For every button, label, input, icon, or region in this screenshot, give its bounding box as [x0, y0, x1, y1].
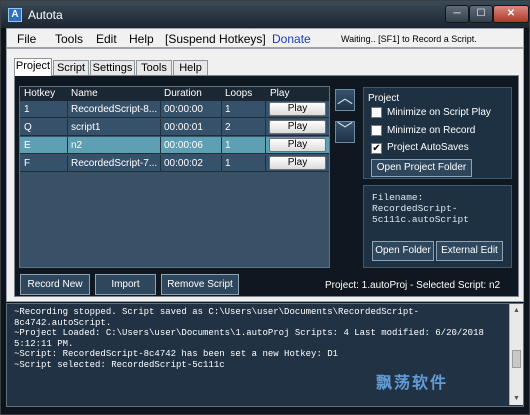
- tab-help[interactable]: Help: [173, 60, 208, 76]
- tab-tools[interactable]: Tools: [136, 60, 172, 76]
- play-button[interactable]: Play: [269, 102, 326, 116]
- move-up-button[interactable]: ︿: [335, 89, 355, 111]
- cell-loops: 1: [225, 158, 231, 169]
- cell-duration: 00:00:00: [164, 104, 203, 115]
- log-line: ~Recording stopped. Script saved as C:\U…: [14, 307, 420, 328]
- minimize-on-play-label[interactable]: Minimize on Script Play: [387, 107, 491, 118]
- move-down-button[interactable]: ﹀: [335, 121, 355, 143]
- table-row[interactable]: Q script1 00:00:01 2 Play: [20, 119, 329, 136]
- column-divider: [160, 101, 161, 118]
- header-duration[interactable]: Duration: [164, 88, 202, 99]
- cell-duration: 00:00:02: [164, 158, 203, 169]
- menu-tools[interactable]: Tools: [55, 32, 83, 46]
- log-line: ~Script: RecordedScript-8c4742 has been …: [14, 349, 339, 359]
- column-divider: [221, 137, 222, 154]
- scroll-thumb[interactable]: [512, 350, 521, 368]
- minimize-on-record-checkbox[interactable]: [371, 125, 382, 136]
- menu-bar: File Tools Edit Help [Suspend Hotkeys] D…: [6, 28, 524, 48]
- cell-name: n2: [71, 140, 83, 151]
- open-project-folder-button[interactable]: Open Project Folder: [371, 159, 472, 177]
- cell-name: RecordedScript-7...: [71, 158, 157, 169]
- column-divider: [67, 155, 68, 172]
- column-divider: [221, 119, 222, 136]
- table-row[interactable]: 1 RecordedScript-8... 00:00:00 1 Play: [20, 101, 329, 118]
- column-divider: [221, 155, 222, 172]
- menu-help[interactable]: Help: [129, 32, 154, 46]
- app-icon: A: [8, 8, 22, 22]
- play-button[interactable]: Play: [269, 156, 326, 170]
- column-divider: [67, 119, 68, 136]
- project-section-title: Project: [368, 93, 400, 104]
- window-title: Autota: [28, 8, 63, 22]
- header-play[interactable]: Play: [270, 88, 289, 99]
- column-divider: [265, 119, 266, 136]
- external-edit-button[interactable]: External Edit: [436, 241, 503, 261]
- cell-name: script1: [71, 122, 101, 133]
- menu-file[interactable]: File: [17, 32, 36, 46]
- column-divider: [67, 101, 68, 118]
- table-row-selected[interactable]: E n2 00:00:06 1 Play: [20, 137, 329, 154]
- log-text: ~Recording stopped. Script saved as C:\U…: [14, 307, 506, 370]
- play-button[interactable]: Play: [269, 138, 326, 152]
- column-divider: [160, 119, 161, 136]
- log-scrollbar[interactable]: ▲ ▼: [509, 304, 523, 405]
- cell-duration: 00:00:01: [164, 122, 203, 133]
- record-new-button[interactable]: Record New: [20, 274, 90, 295]
- column-divider: [265, 137, 266, 154]
- cell-name: RecordedScript-8...: [71, 104, 157, 115]
- cell-loops: 2: [225, 122, 231, 133]
- import-button[interactable]: Import: [95, 274, 156, 295]
- cell-hotkey: Q: [24, 122, 32, 133]
- tab-project[interactable]: Project: [14, 58, 52, 76]
- menu-donate[interactable]: Donate: [272, 32, 311, 46]
- minimize-on-play-checkbox[interactable]: [371, 107, 382, 118]
- scroll-up-icon[interactable]: ▲: [510, 304, 523, 317]
- tab-script[interactable]: Script: [53, 60, 89, 76]
- cell-hotkey: 1: [24, 104, 30, 115]
- script-grid: Hotkey Name Duration Loops Play 1 Record…: [19, 86, 330, 268]
- project-autosaves-label[interactable]: Project AutoSaves: [387, 142, 469, 153]
- column-divider: [67, 137, 68, 154]
- close-button[interactable]: ✕: [493, 5, 529, 23]
- header-loops[interactable]: Loops: [225, 88, 252, 99]
- grid-header: Hotkey Name Duration Loops Play: [20, 87, 329, 101]
- menu-edit[interactable]: Edit: [96, 32, 117, 46]
- open-folder-button[interactable]: Open Folder: [372, 241, 434, 261]
- column-divider: [265, 101, 266, 118]
- project-autosaves-checkbox[interactable]: ✔: [371, 143, 382, 154]
- cell-hotkey: F: [24, 158, 31, 169]
- log-line: ~Project Loaded: C:\Users\user\Documents…: [14, 328, 484, 349]
- play-button[interactable]: Play: [269, 120, 326, 134]
- maximize-button[interactable]: ☐: [469, 5, 493, 23]
- title-bar[interactable]: A Autota ─ ☐ ✕: [1, 1, 529, 29]
- column-divider: [160, 155, 161, 172]
- cell-hotkey: E: [24, 140, 31, 151]
- header-hotkey[interactable]: Hotkey: [24, 88, 55, 99]
- filename-label: Filename:: [372, 192, 424, 203]
- column-divider: [160, 137, 161, 154]
- minimize-button[interactable]: ─: [445, 5, 469, 23]
- filename-value: RecordedScript-5c111c.autoScript: [372, 203, 469, 225]
- menu-suspend-hotkeys[interactable]: [Suspend Hotkeys]: [165, 32, 266, 46]
- project-info-text: Project: 1.autoProj - Selected Script: n…: [325, 280, 501, 291]
- tab-settings[interactable]: Settings: [90, 60, 135, 76]
- scroll-down-icon[interactable]: ▼: [510, 392, 523, 405]
- remove-script-button[interactable]: Remove Script: [161, 274, 239, 295]
- column-divider: [221, 101, 222, 118]
- column-divider: [265, 155, 266, 172]
- watermark-text: 飘荡软件: [376, 375, 449, 392]
- minimize-on-record-label[interactable]: Minimize on Record: [387, 125, 475, 136]
- cell-loops: 1: [225, 140, 231, 151]
- cell-duration: 00:00:06: [164, 140, 203, 151]
- table-row[interactable]: F RecordedScript-7... 00:00:02 1 Play: [20, 155, 329, 172]
- cell-loops: 1: [225, 104, 231, 115]
- header-name[interactable]: Name: [71, 88, 98, 99]
- status-text: Waiting.. [SF1] to Record a Script.: [341, 34, 477, 44]
